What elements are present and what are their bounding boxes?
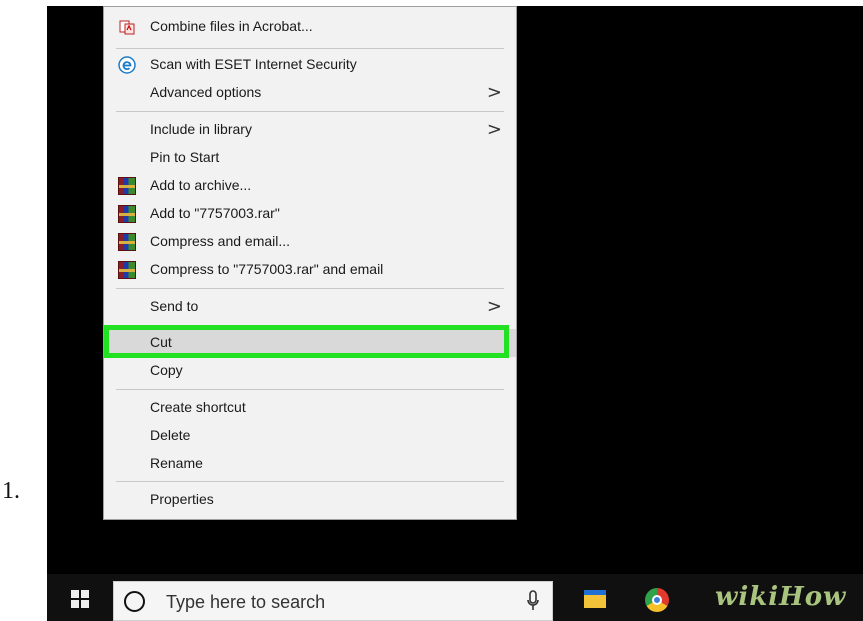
- menu-item-add-to-rar[interactable]: Add to "7757003.rar": [104, 200, 516, 228]
- winrar-icon: [118, 205, 136, 223]
- taskbar: Type here to search wikiHow: [47, 574, 863, 621]
- menu-item-cut[interactable]: Cut: [104, 329, 516, 357]
- wikihow-watermark: wikiHow: [715, 582, 847, 612]
- file-explorer-icon[interactable]: [584, 590, 606, 608]
- menu-item-scan-eset[interactable]: Scan with ESET Internet Security: [104, 51, 516, 79]
- menu-item-label: Include in library: [150, 121, 252, 137]
- eset-icon: [118, 56, 136, 74]
- menu-separator: [116, 481, 504, 482]
- menu-separator: [116, 389, 504, 390]
- menu-item-label: Properties: [150, 491, 214, 507]
- chevron-right-icon: >: [486, 296, 502, 317]
- menu-item-add-to-archive[interactable]: Add to archive...: [104, 172, 516, 200]
- cortana-icon: [124, 591, 145, 612]
- menu-item-label: Delete: [150, 427, 191, 443]
- menu-item-create-shortcut[interactable]: Create shortcut: [104, 394, 516, 422]
- menu-item-label: Send to: [150, 298, 199, 314]
- menu-item-copy[interactable]: Copy: [104, 357, 516, 385]
- chevron-right-icon: >: [486, 119, 502, 140]
- menu-item-combine-acrobat[interactable]: Combine files in Acrobat...: [104, 13, 516, 41]
- winrar-icon: [118, 233, 136, 251]
- context-menu: Combine files in Acrobat... Scan with ES…: [103, 6, 517, 520]
- menu-item-label: Compress to "7757003.rar" and email: [150, 261, 384, 277]
- desktop-screen: Combine files in Acrobat... Scan with ES…: [47, 6, 863, 621]
- menu-item-properties[interactable]: Properties: [104, 486, 516, 514]
- menu-item-advanced-options[interactable]: Advanced options >: [104, 79, 516, 107]
- menu-item-label: Combine files in Acrobat...: [150, 18, 313, 34]
- menu-item-label: Cut: [150, 334, 172, 350]
- menu-item-label: Copy: [150, 362, 183, 378]
- windows-start-icon[interactable]: [71, 590, 91, 610]
- step-number: 1.: [2, 478, 20, 504]
- menu-separator: [116, 48, 504, 49]
- taskbar-search-box[interactable]: Type here to search: [113, 581, 553, 621]
- menu-item-label: Rename: [150, 455, 203, 471]
- menu-item-pin-to-start[interactable]: Pin to Start: [104, 144, 516, 172]
- menu-item-label: Advanced options: [150, 84, 262, 100]
- menu-item-label: Add to archive...: [150, 177, 252, 193]
- search-placeholder: Type here to search: [166, 592, 326, 612]
- menu-item-include-in-library[interactable]: Include in library >: [104, 116, 516, 144]
- menu-item-rename[interactable]: Rename: [104, 450, 516, 478]
- chrome-icon[interactable]: [645, 588, 669, 612]
- menu-separator: [116, 111, 504, 112]
- menu-item-label: Create shortcut: [150, 399, 246, 415]
- winrar-icon: [118, 177, 136, 195]
- menu-item-label: Pin to Start: [150, 149, 220, 165]
- menu-item-label: Compress and email...: [150, 233, 291, 249]
- menu-separator: [116, 325, 504, 326]
- menu-separator: [116, 288, 504, 289]
- chevron-right-icon: >: [486, 82, 502, 103]
- menu-item-delete[interactable]: Delete: [104, 422, 516, 450]
- menu-item-label: Scan with ESET Internet Security: [150, 56, 357, 72]
- menu-item-send-to[interactable]: Send to >: [104, 293, 516, 321]
- acrobat-icon: [119, 20, 135, 35]
- winrar-icon: [118, 261, 136, 279]
- menu-item-compress-and-email[interactable]: Compress and email...: [104, 228, 516, 256]
- menu-item-label: Add to "7757003.rar": [150, 205, 280, 221]
- menu-item-compress-to-rar-email[interactable]: Compress to "7757003.rar" and email: [104, 256, 516, 284]
- microphone-icon[interactable]: [526, 590, 540, 612]
